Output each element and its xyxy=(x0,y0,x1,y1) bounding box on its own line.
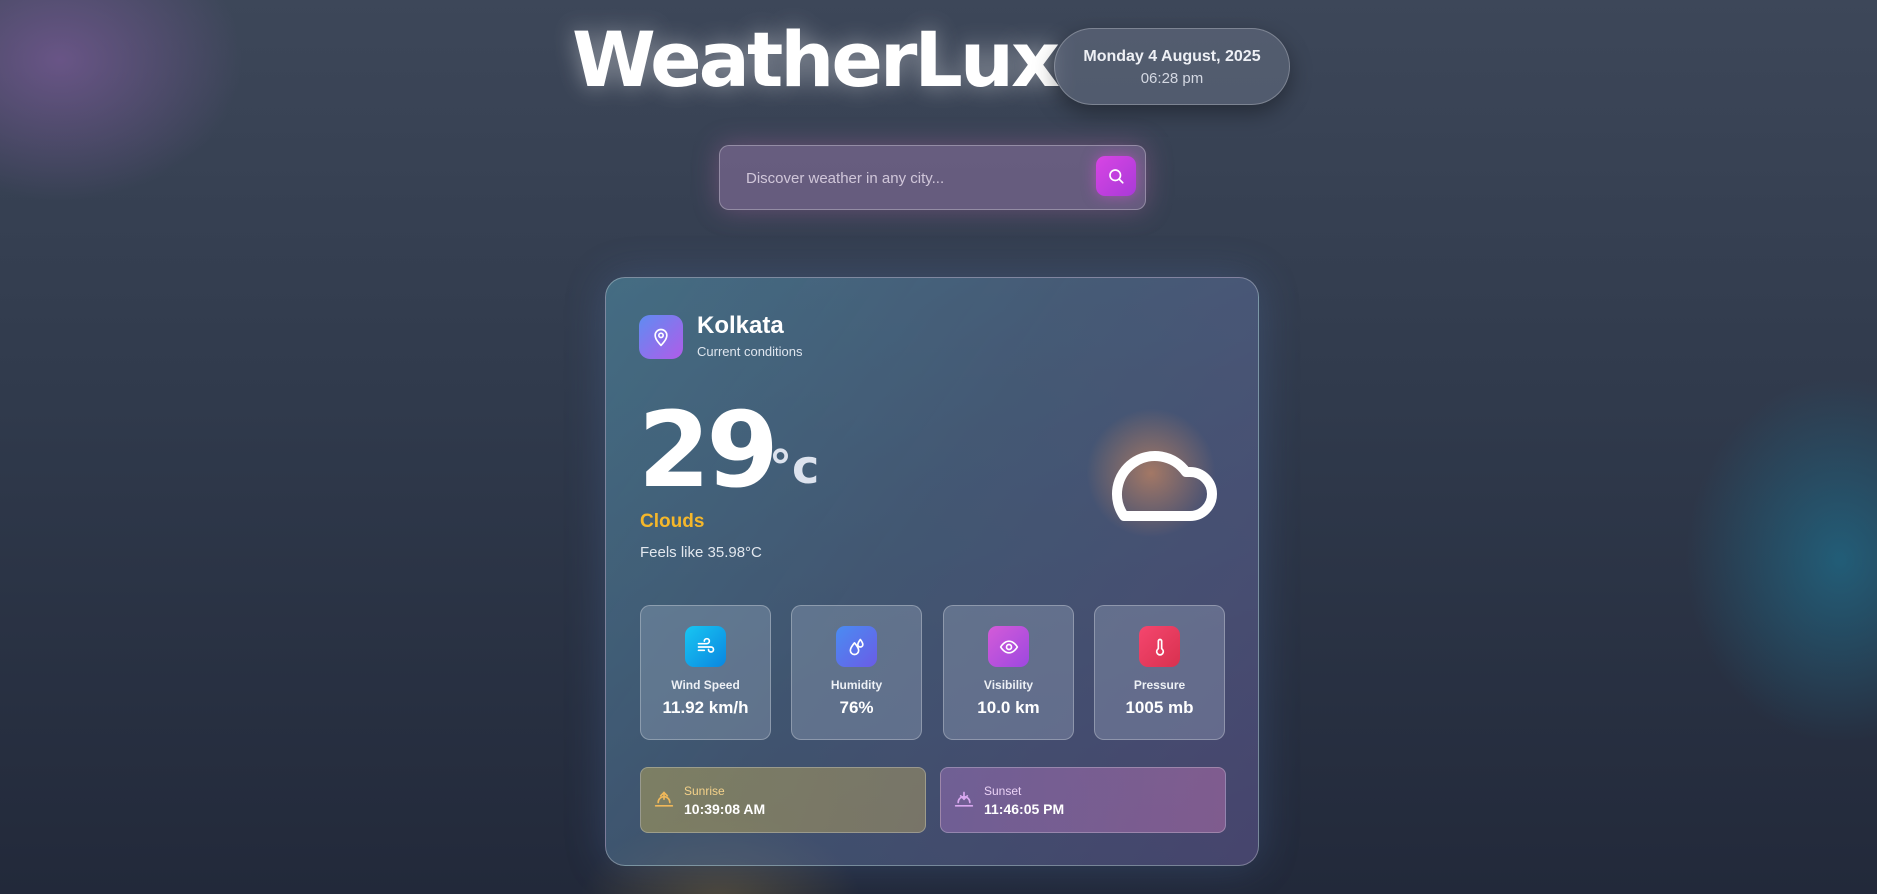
weather-card: Kolkata Current conditions 29 °c Clouds … xyxy=(605,277,1259,866)
sunset-label: Sunset xyxy=(984,784,1022,798)
stat-value: 11.92 km/h xyxy=(662,698,749,717)
stat-humidity: Humidity 76% xyxy=(791,605,922,740)
sunrise-icon xyxy=(654,791,674,807)
sunrise-label: Sunrise xyxy=(684,784,725,798)
eye-icon xyxy=(988,626,1029,667)
stat-label: Humidity xyxy=(830,678,883,692)
city-subtitle: Current conditions xyxy=(697,344,803,359)
stat-visibility: Visibility 10.0 km xyxy=(943,605,1074,740)
location-pin-icon xyxy=(639,315,683,359)
sunset-icon xyxy=(954,791,974,807)
search-button[interactable] xyxy=(1096,156,1136,196)
city-search-input[interactable] xyxy=(746,166,1076,190)
sunrise-time: 10:39:08 AM xyxy=(684,801,766,817)
app-title: WeatherLux xyxy=(572,15,1060,104)
wind-icon xyxy=(685,626,726,667)
sunset-panel: Sunset 11:46:05 PM xyxy=(940,767,1226,833)
stat-value: 10.0 km xyxy=(977,698,1040,717)
stat-label: Visibility xyxy=(983,678,1034,692)
stat-value: 1005 mb xyxy=(1125,698,1194,717)
search-icon xyxy=(1109,169,1124,184)
weather-condition: Clouds xyxy=(640,511,705,532)
city-name: Kolkata xyxy=(697,312,784,339)
stat-pressure: Pressure 1005 mb xyxy=(1094,605,1225,740)
thermometer-icon xyxy=(1139,626,1180,667)
stat-label: Pressure xyxy=(1133,678,1186,692)
stat-value: 76% xyxy=(839,698,874,717)
temperature-value: 29 xyxy=(638,389,779,511)
sunset-time: 11:46:05 PM xyxy=(984,801,1065,817)
current-time: 06:28 pm xyxy=(1140,70,1204,87)
stat-label: Wind Speed xyxy=(671,678,740,692)
feels-like: Feels like 35.98°C xyxy=(640,544,762,561)
sunrise-panel: Sunrise 10:39:08 AM xyxy=(640,767,926,833)
search-bar xyxy=(719,145,1146,210)
droplets-icon xyxy=(836,626,877,667)
date-time-badge: Monday 4 August, 2025 06:28 pm xyxy=(1054,28,1290,105)
temperature-unit: °c xyxy=(769,440,820,494)
current-date: Monday 4 August, 2025 xyxy=(1083,48,1261,65)
stat-wind-speed: Wind Speed 11.92 km/h xyxy=(640,605,771,740)
cloud-icon xyxy=(1112,451,1217,521)
